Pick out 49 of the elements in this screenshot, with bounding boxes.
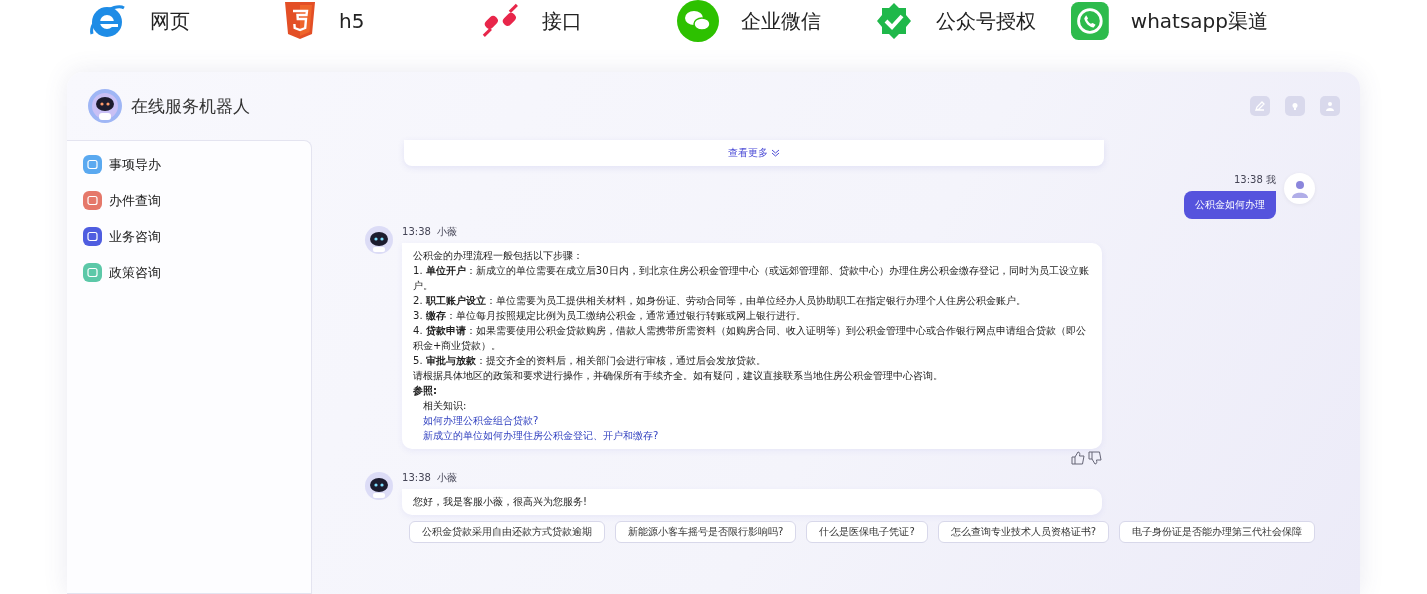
person-icon	[1325, 101, 1335, 111]
message-meta: 13:38 我	[1234, 173, 1276, 187]
suggestion-chip[interactable]: 公积金贷款采用自由还款方式贷款逾期	[409, 521, 606, 543]
person-icon	[1291, 179, 1308, 198]
pencil-icon	[1255, 101, 1265, 111]
related-link[interactable]: 新成立的单位如何办理住房公积金登记、开户和缴存?	[413, 428, 1092, 443]
check-badge-icon	[874, 1, 914, 41]
channel-label: whatsapp渠道	[1130, 7, 1268, 35]
suggestion-chip[interactable]: 怎么查询专业技术人员资格证书?	[937, 521, 1109, 543]
related-link[interactable]: 如何办理公积金组合贷款?	[413, 413, 1092, 428]
message-text: 2. 职工账户设立：单位需要为员工提供相关材料，如身份证、劳动合同等，由单位经办人员协助职工在指定银行办理个人住房公积金账户。	[413, 294, 1027, 308]
suggestion-chip[interactable]: 什么是医保电子凭证?	[806, 521, 928, 543]
channel-label: 企业微信	[741, 7, 821, 35]
channel-label: 网页	[150, 7, 190, 35]
phone-bubble-icon	[1071, 1, 1109, 41]
message-meta: 13:38 小薇	[402, 471, 459, 485]
message-text: 公积金的办理流程一般包括以下步骤：	[413, 249, 585, 263]
chat-bubbles-icon	[677, 0, 719, 42]
message-text: 4. 贷款申请：如果需要使用公积金贷款购房，借款人需携带所需资料（如购房合同、收入证明等）到公积金管理中心或合作银行网点申请组合贷款（即公积金+商业贷款）。	[413, 324, 1087, 353]
lightbulb-icon	[1290, 101, 1300, 111]
channel-label: 公众号授权	[936, 7, 1036, 35]
double-chevron-icon	[771, 149, 781, 157]
user-message: 公积金如何办理	[1184, 191, 1276, 219]
thumbs-down-icon[interactable]	[1088, 451, 1103, 465]
suggestion-chip[interactable]: 新能源小客车摇号是否限行影响吗?	[615, 521, 797, 543]
channel-label: 接口	[542, 7, 582, 35]
sidebar-item[interactable]: 办件查询	[83, 191, 296, 210]
channel-label: h5	[339, 9, 365, 33]
sidebar-item[interactable]: 事项导办	[83, 155, 296, 174]
message-meta: 13:38 小薇	[402, 225, 459, 239]
reference-label: 相关知识:	[422, 399, 468, 413]
agent-button[interactable]	[1320, 96, 1340, 116]
robot-avatar-icon	[364, 225, 395, 255]
idea-button[interactable]	[1285, 96, 1305, 116]
message-text: 3. 缴存：单位每月按照规定比例为员工缴纳公积金，通常通过银行转账或网上银行进行。	[413, 309, 807, 323]
message-text: 1. 单位开户：新成立的单位需要在成立后30日内，到北京住房公积金管理中心（或远郊管理部、贷款中心）办理住房公积金缴存登记，同时为员工设立账户。	[413, 264, 1090, 293]
message-text: 您好，我是客服小薇，很高兴为您服务!	[413, 495, 589, 509]
view-more-link[interactable]: 查看更多	[728, 146, 781, 160]
thumbs-up-icon[interactable]	[1071, 451, 1086, 465]
message-text: 5. 审批与放款：提交齐全的资料后，相关部门会进行审核，通过后会发放贷款。	[413, 354, 767, 368]
edit-button[interactable]	[1250, 96, 1270, 116]
robot-avatar-icon	[87, 88, 123, 124]
sidebar-item[interactable]: 业务咨询	[83, 227, 296, 246]
window-title: 在线服务机器人	[131, 94, 251, 118]
suggestion-chip[interactable]: 电子身份证是否能办理第三代社会保障	[1119, 521, 1315, 543]
reference-heading: 参照:	[413, 384, 439, 398]
robot-avatar-icon	[364, 471, 395, 501]
message-text: 请根据具体地区的政策和要求进行操作，并确保所有手续齐全。如有疑问，建议直接联系当地住房公积金管理中心咨询。	[413, 369, 945, 383]
sidebar-item[interactable]: 政策咨询	[83, 263, 296, 282]
